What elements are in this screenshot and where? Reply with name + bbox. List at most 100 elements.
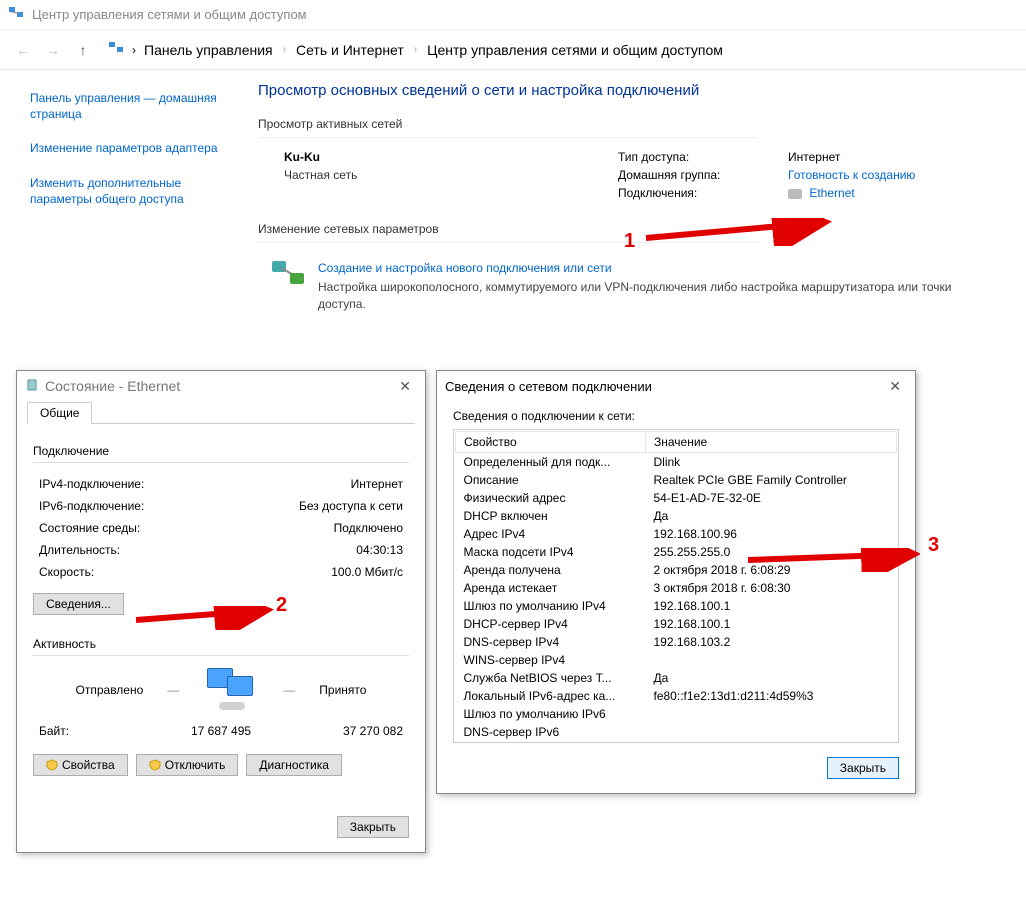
annotation-number-1: 1 bbox=[624, 230, 635, 253]
ethernet-link[interactable]: Ethernet bbox=[809, 186, 854, 200]
details-subtitle: Сведения о подключении к сети: bbox=[453, 409, 899, 423]
forward-button[interactable]: → bbox=[42, 39, 64, 61]
property-cell: Определенный для подк... bbox=[456, 453, 646, 472]
value-cell: Да bbox=[646, 507, 897, 525]
value-cell: 192.168.100.1 bbox=[646, 615, 897, 633]
property-cell: Шлюз по умолчанию IPv4 bbox=[456, 597, 646, 615]
network-adapter-icon bbox=[25, 378, 39, 395]
close-button[interactable]: Закрыть bbox=[337, 816, 409, 838]
value-cell: Dlink bbox=[646, 453, 897, 472]
breadcrumb-root[interactable]: Панель управления bbox=[144, 42, 273, 58]
table-row[interactable]: Шлюз по умолчанию IPv4192.168.100.1 bbox=[456, 597, 897, 615]
table-row[interactable]: Адрес IPv4192.168.100.96 bbox=[456, 525, 897, 543]
speed-label: Скорость: bbox=[39, 565, 94, 579]
connection-details-dialog: Сведения о сетевом подключении ✕ Сведени… bbox=[436, 370, 916, 794]
annotation-number-2: 2 bbox=[276, 594, 287, 617]
table-row[interactable]: Физический адрес54-E1-AD-7E-32-0E bbox=[456, 489, 897, 507]
annotation-arrow-3 bbox=[740, 548, 920, 572]
property-cell: DNS-сервер IPv4 bbox=[456, 633, 646, 651]
network-type: Частная сеть bbox=[284, 168, 618, 182]
breadcrumb-separator: › bbox=[414, 44, 417, 55]
sidebar: Панель управления — домашняя страница Из… bbox=[0, 82, 250, 313]
back-button[interactable]: ← bbox=[12, 39, 34, 61]
table-row[interactable]: Локальный IPv6-адрес ка...fe80::f1e2:13d… bbox=[456, 687, 897, 705]
value-cell: 54-E1-AD-7E-32-0E bbox=[646, 489, 897, 507]
ipv6-value: Без доступа к сети bbox=[299, 499, 403, 513]
shield-icon bbox=[46, 759, 58, 771]
close-icon[interactable]: ✕ bbox=[393, 378, 417, 395]
breadcrumb: Панель управления › Сеть и Интернет › Це… bbox=[144, 42, 723, 58]
bytes-label: Байт: bbox=[39, 724, 69, 738]
sidebar-link-sharing[interactable]: Изменить дополнительные параметры общего… bbox=[30, 175, 230, 207]
received-bytes: 37 270 082 bbox=[343, 724, 403, 738]
property-cell: WINS-сервер IPv4 bbox=[456, 651, 646, 669]
property-cell: Аренда получена bbox=[456, 561, 646, 579]
property-cell: Маска подсети IPv4 bbox=[456, 543, 646, 561]
ipv6-label: IPv6-подключение: bbox=[39, 499, 144, 513]
ipv4-label: IPv4-подключение: bbox=[39, 477, 144, 491]
value-cell bbox=[646, 723, 897, 741]
sidebar-link-home[interactable]: Панель управления — домашняя страница bbox=[30, 90, 230, 122]
sidebar-link-adapter[interactable]: Изменение параметров адаптера bbox=[30, 140, 230, 156]
table-row[interactable]: DHCP-сервер IPv4192.168.100.1 bbox=[456, 615, 897, 633]
col-property[interactable]: Свойство bbox=[456, 432, 646, 453]
disable-button[interactable]: Отключить bbox=[136, 754, 239, 776]
active-networks-label: Просмотр активных сетей bbox=[258, 117, 1006, 131]
table-row[interactable]: DHCP включенДа bbox=[456, 507, 897, 525]
activity-icon bbox=[203, 666, 259, 714]
property-cell: Описание bbox=[456, 471, 646, 489]
property-cell: DNS-сервер IPv6 bbox=[456, 723, 646, 741]
homegroup-link[interactable]: Готовность к созданию bbox=[788, 168, 915, 182]
table-row[interactable]: DNS-сервер IPv4192.168.103.2 bbox=[456, 633, 897, 651]
table-row[interactable]: ОписаниеRealtek PCIe GBE Family Controll… bbox=[456, 471, 897, 489]
table-row[interactable]: Служба NetBIOS через T...Да bbox=[456, 669, 897, 687]
properties-button[interactable]: Свойства bbox=[33, 754, 128, 776]
value-cell: 3 октября 2018 г. 6:08:30 bbox=[646, 579, 897, 597]
value-cell: Realtek PCIe GBE Family Controller bbox=[646, 471, 897, 489]
breadcrumb-icon bbox=[108, 40, 124, 59]
property-cell: Служба NetBIOS через T... bbox=[456, 669, 646, 687]
diagnose-button[interactable]: Диагностика bbox=[246, 754, 342, 776]
activity-section-label: Активность bbox=[33, 637, 409, 651]
property-cell: Физический адрес bbox=[456, 489, 646, 507]
breadcrumb-mid[interactable]: Сеть и Интернет bbox=[296, 42, 404, 58]
main-pane: Просмотр основных сведений о сети и наст… bbox=[250, 82, 1026, 313]
table-row[interactable]: DNS-сервер IPv6 bbox=[456, 723, 897, 741]
table-row[interactable]: Шлюз по умолчанию IPv6 bbox=[456, 705, 897, 723]
status-dialog-title: Состояние - Ethernet bbox=[45, 378, 180, 394]
table-row[interactable]: Определенный для подк...Dlink bbox=[456, 453, 897, 472]
new-connection-link[interactable]: Создание и настройка нового подключения … bbox=[318, 261, 958, 275]
property-cell: Шлюз по умолчанию IPv6 bbox=[456, 705, 646, 723]
connection-section-label: Подключение bbox=[33, 444, 409, 458]
property-cell: Локальный IPv6-адрес ка... bbox=[456, 687, 646, 705]
up-button[interactable]: ↑ bbox=[72, 39, 94, 61]
table-row[interactable]: WINS-сервер IPv4 bbox=[456, 651, 897, 669]
breadcrumb-separator: › bbox=[283, 44, 286, 55]
value-cell bbox=[646, 705, 897, 723]
details-dialog-title: Сведения о сетевом подключении bbox=[445, 379, 652, 394]
annotation-arrow-2 bbox=[128, 606, 274, 630]
value-cell: fe80::f1e2:13d1:d211:4d59%3 bbox=[646, 687, 897, 705]
access-type-value: Интернет bbox=[788, 150, 840, 164]
close-button[interactable]: Закрыть bbox=[827, 757, 899, 779]
property-cell: DHCP включен bbox=[456, 507, 646, 525]
property-cell: Адрес IPv4 bbox=[456, 525, 646, 543]
tab-general[interactable]: Общие bbox=[27, 402, 92, 424]
annotation-number-3: 3 bbox=[928, 534, 939, 557]
value-cell: 192.168.100.96 bbox=[646, 525, 897, 543]
navbar: ← → ↑ › Панель управления › Сеть и Интер… bbox=[0, 30, 1026, 70]
network-name: Ku-Ku bbox=[284, 150, 618, 164]
sent-label: Отправлено bbox=[76, 683, 144, 697]
new-connection-icon bbox=[272, 261, 306, 287]
page-heading: Просмотр основных сведений о сети и наст… bbox=[258, 82, 1006, 99]
homegroup-label: Домашняя группа: bbox=[618, 168, 768, 182]
property-cell: DHCP-сервер IPv4 bbox=[456, 615, 646, 633]
property-cell: Аренда истекает bbox=[456, 579, 646, 597]
table-row[interactable]: Аренда истекает3 октября 2018 г. 6:08:30 bbox=[456, 579, 897, 597]
access-type-label: Тип доступа: bbox=[618, 150, 768, 164]
col-value[interactable]: Значение bbox=[646, 432, 897, 453]
connections-label: Подключения: bbox=[618, 186, 768, 200]
received-label: Принято bbox=[319, 683, 366, 697]
close-icon[interactable]: ✕ bbox=[883, 378, 907, 395]
details-button[interactable]: Сведения... bbox=[33, 593, 124, 615]
